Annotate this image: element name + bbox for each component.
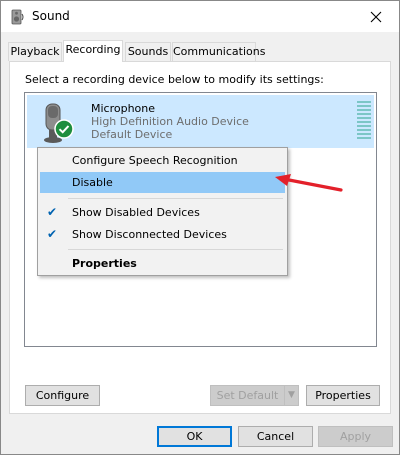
instructions-text: Select a recording device below to modif… <box>25 73 324 86</box>
apply-button[interactable]: Apply <box>318 426 393 447</box>
menu-item-disable[interactable]: Disable <box>40 172 285 193</box>
ok-button[interactable]: OK <box>157 426 232 447</box>
menu-item-label: Properties <box>72 257 137 270</box>
title-bar: Sound <box>1 1 399 32</box>
checkmark-badge-icon <box>54 119 74 139</box>
checkmark-icon: ✔ <box>47 227 58 241</box>
menu-item-show-disabled[interactable]: ✔ Show Disabled Devices <box>40 202 285 223</box>
window-title: Sound <box>32 9 70 23</box>
menu-item-properties[interactable]: Properties <box>40 253 285 274</box>
menu-item-label: Show Disconnected Devices <box>72 228 227 241</box>
properties-button[interactable]: Properties <box>306 385 380 406</box>
context-menu: Configure Speech Recognition Disable ✔ S… <box>37 147 288 276</box>
menu-separator <box>68 249 283 250</box>
speaker-icon <box>11 9 24 25</box>
menu-item-show-disconnected[interactable]: ✔ Show Disconnected Devices <box>40 224 285 245</box>
menu-item-label: Configure Speech Recognition <box>72 154 238 167</box>
set-default-button[interactable]: Set Default <box>210 385 285 406</box>
red-arrow-icon <box>275 174 343 192</box>
cancel-button[interactable]: Cancel <box>238 426 313 447</box>
menu-separator <box>68 198 283 199</box>
tab-recording[interactable]: Recording <box>63 40 123 62</box>
device-name: Microphone <box>91 102 156 115</box>
sound-dialog: Sound Playback Recording Sounds Communic… <box>0 0 400 455</box>
tab-playback[interactable]: Playback <box>8 42 62 61</box>
level-meter <box>357 101 371 141</box>
close-button[interactable] <box>353 1 399 32</box>
close-icon <box>370 11 382 23</box>
configure-button[interactable]: Configure <box>25 385 100 406</box>
menu-item-configure-speech[interactable]: Configure Speech Recognition <box>40 150 285 171</box>
device-status: Default Device <box>91 128 173 141</box>
device-row-microphone[interactable]: Microphone High Definition Audio Device … <box>27 95 374 148</box>
set-default-dropdown[interactable]: ▼ <box>284 385 299 406</box>
device-description: High Definition Audio Device <box>91 115 249 128</box>
tab-communications[interactable]: Communications <box>172 42 265 61</box>
menu-item-label: Disable <box>72 176 113 189</box>
chevron-down-icon: ▼ <box>288 390 295 400</box>
checkmark-icon: ✔ <box>47 205 58 219</box>
menu-item-label: Show Disabled Devices <box>72 206 200 219</box>
tab-sounds[interactable]: Sounds <box>125 42 171 61</box>
